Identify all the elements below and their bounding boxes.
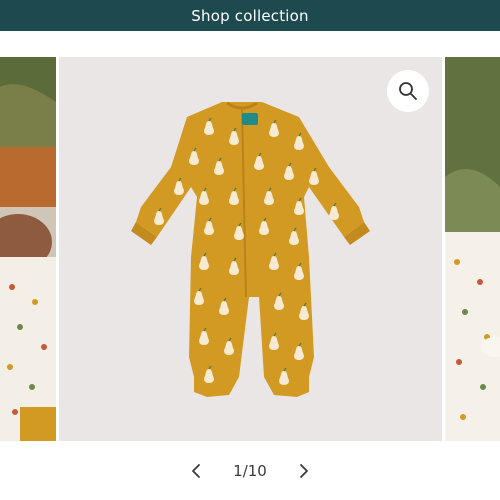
slide-total: 10: [247, 462, 267, 480]
product-image-sleepsuit: [131, 101, 370, 397]
next-slide-button[interactable]: [289, 456, 319, 486]
shop-collection-label: Shop collection: [191, 6, 309, 25]
shop-collection-button[interactable]: Shop collection: [0, 0, 500, 31]
chevron-right-icon: [299, 464, 308, 478]
gallery-slide-previous[interactable]: [0, 57, 56, 441]
previous-slide-button[interactable]: [181, 456, 211, 486]
next-slide-image: [445, 57, 500, 441]
slide-current-index: 1: [233, 462, 243, 480]
slide-counter: 1/10: [233, 462, 267, 480]
gallery-slide-next[interactable]: [445, 57, 500, 441]
gallery-pagination: 1/10: [0, 452, 500, 490]
previous-slide-image: [0, 57, 56, 441]
product-gallery[interactable]: [0, 57, 500, 441]
zoom-button[interactable]: [387, 70, 429, 112]
search-icon: [399, 82, 417, 100]
chevron-left-icon: [192, 464, 201, 478]
gallery-slide-current[interactable]: [59, 57, 442, 441]
